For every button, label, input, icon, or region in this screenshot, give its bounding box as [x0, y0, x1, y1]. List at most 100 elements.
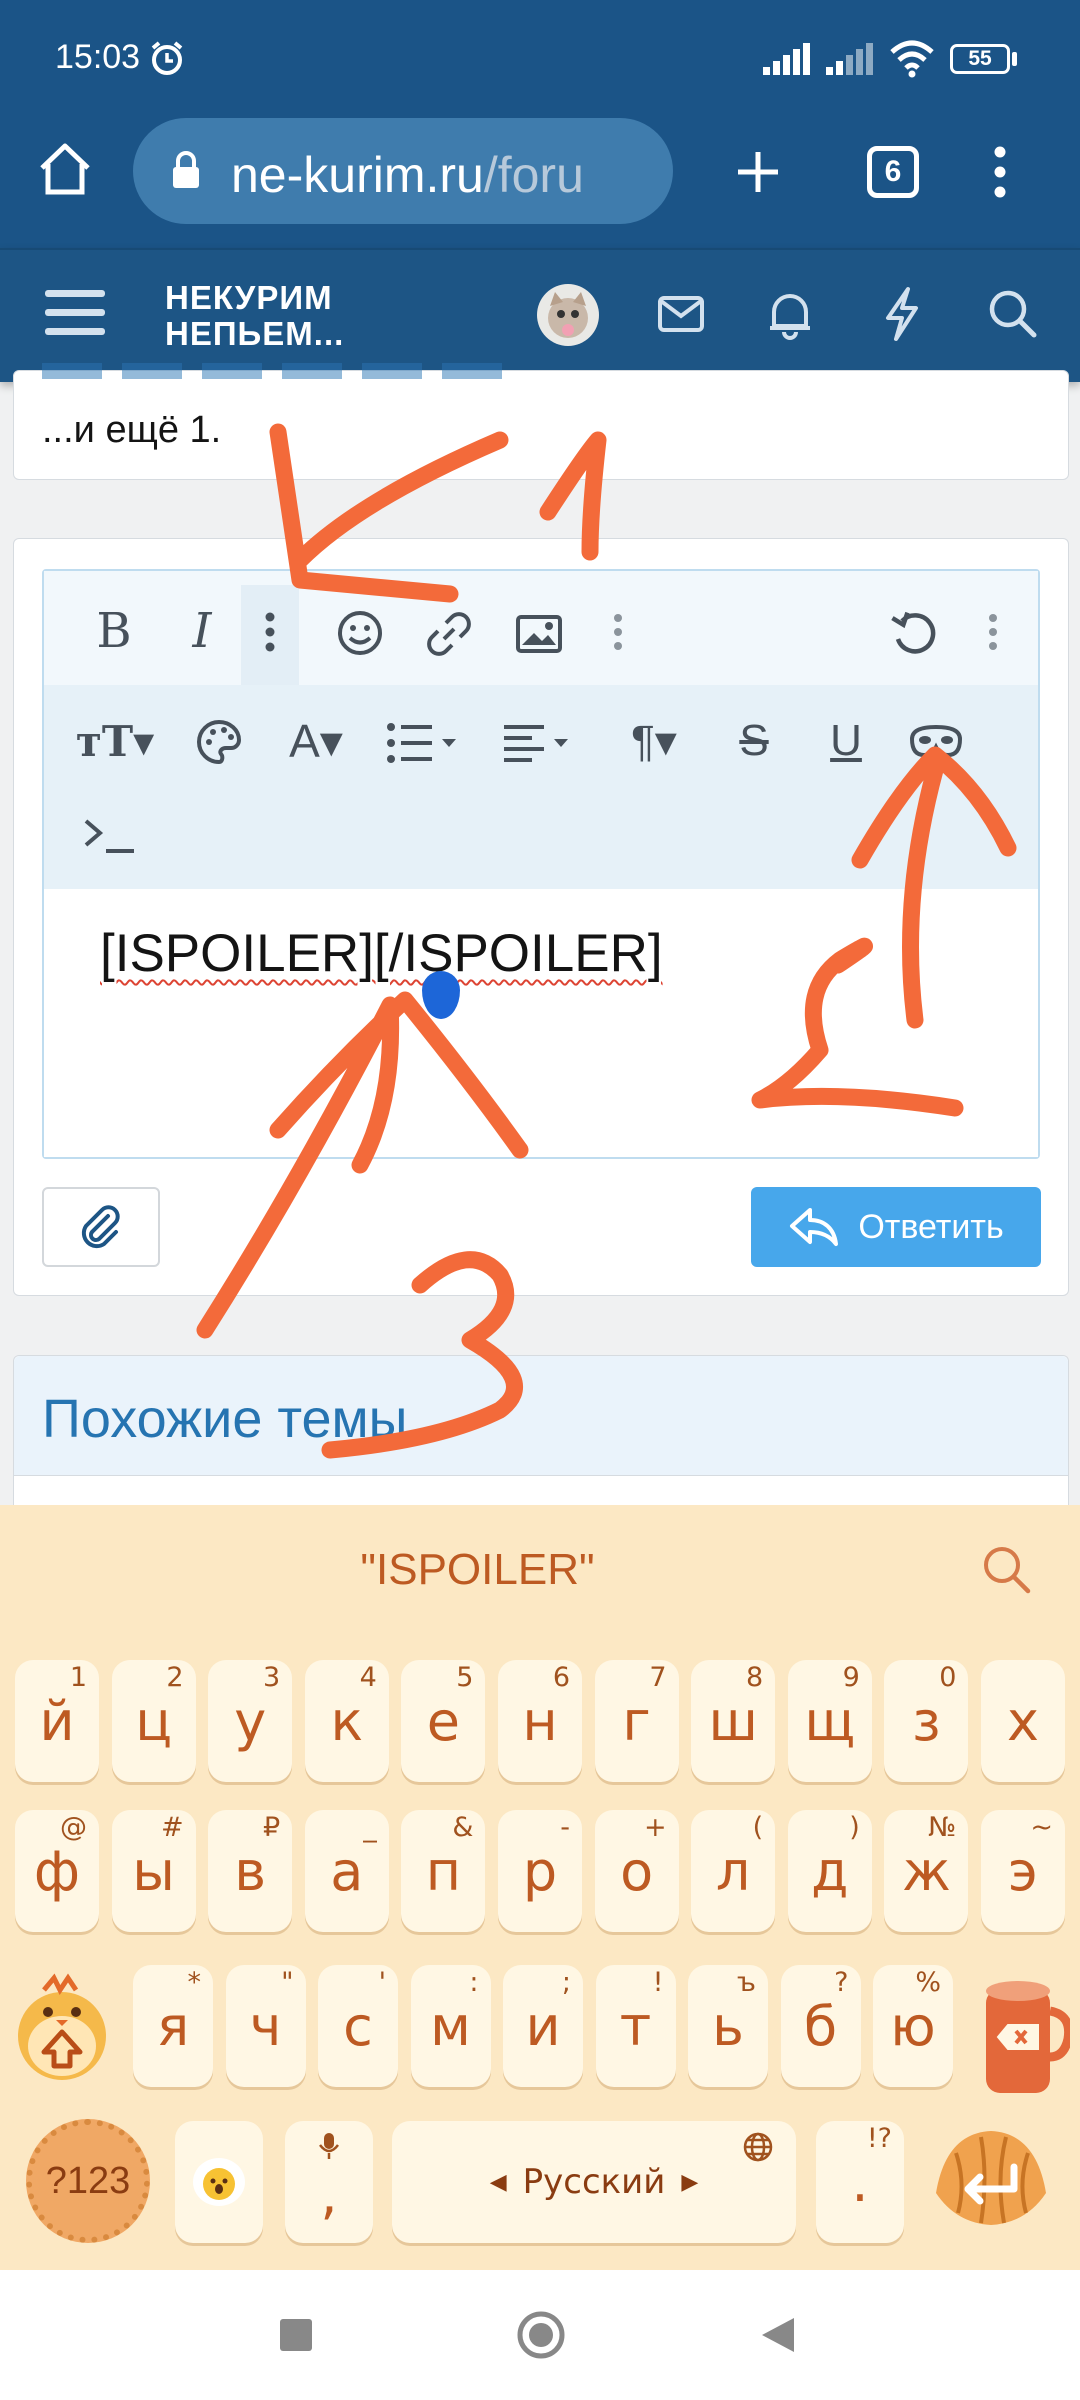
key-label: ь	[712, 1994, 744, 2058]
key-row3-4[interactable]: ; и	[503, 1965, 583, 2087]
annotation-arrow-1	[269, 423, 509, 603]
key-hint: '	[378, 1967, 386, 1998]
shift-key[interactable]	[14, 1960, 110, 2084]
key-hint: 1	[69, 1662, 87, 1693]
language-right-icon: ▶	[681, 2169, 699, 2195]
key-hint: !	[652, 1967, 664, 1998]
key-row1-10[interactable]: х	[981, 1660, 1065, 1782]
enter-croissant-icon	[936, 2131, 1046, 2225]
key-row1-8[interactable]: 9щ	[787, 1660, 872, 1782]
key-hint: ъ	[736, 1967, 756, 1998]
key-row2-2[interactable]: ₽ в	[208, 1810, 293, 1932]
period-key[interactable]: !? .	[816, 2121, 904, 2243]
key-label: ю	[890, 1994, 936, 2058]
home-button-icon[interactable]	[516, 2310, 566, 2360]
key-row1-3[interactable]: 4к	[304, 1660, 389, 1782]
key-row1-1[interactable]: 2ц	[111, 1660, 196, 1782]
key-row3-8[interactable]: % ю	[873, 1965, 953, 2087]
key-label: ж	[902, 1839, 951, 1903]
key-label: ц	[135, 1689, 172, 1753]
key-row2-10[interactable]: ~ э	[981, 1810, 1065, 1932]
key-row2-8[interactable]: ) д	[787, 1810, 872, 1932]
comma-key[interactable]: ,	[285, 2121, 373, 2243]
key-row1-4[interactable]: 5е	[401, 1660, 486, 1782]
key-row2-7[interactable]: (л	[691, 1810, 776, 1932]
keyboard-row-2: @ ф # ы ₽ в _ а & п - р + о(л) д № ж ~ э	[0, 1810, 1080, 1935]
key-hint: 6	[552, 1662, 570, 1693]
key-hint: 5	[456, 1662, 474, 1693]
key-row1-7[interactable]: 8ш	[691, 1660, 776, 1782]
space-key[interactable]: ◀ Русский ▶	[392, 2121, 796, 2243]
annotation-layer	[196, 423, 1017, 1459]
key-label: т	[619, 1994, 652, 2058]
key-hint: &	[452, 1812, 474, 1843]
enter-key[interactable]	[926, 2113, 1056, 2243]
key-label: ф	[33, 1839, 81, 1903]
key-row3-7[interactable]: ? б	[780, 1965, 861, 2087]
annotation-number-1	[539, 431, 607, 561]
language-left-icon: ◀	[489, 2169, 507, 2195]
annotation-number-3	[321, 1251, 523, 1459]
key-row3-1[interactable]: " ч	[225, 1965, 306, 2087]
key-row2-5[interactable]: -р	[498, 1810, 582, 1932]
key-label: у	[234, 1689, 267, 1753]
key-label: д	[811, 1839, 849, 1903]
keyboard-row-1: 1й2ц3у4к5е6н7г8ш9щ0зх	[0, 1660, 1080, 1785]
key-row2-0[interactable]: @ ф	[15, 1810, 99, 1932]
back-icon[interactable]	[760, 2316, 796, 2354]
key-label: н	[522, 1689, 558, 1753]
key-row1-2[interactable]: 3у	[208, 1660, 293, 1782]
globe-icon	[743, 2132, 773, 2162]
annotation-number-2	[751, 937, 964, 1117]
key-hint: 9	[842, 1662, 860, 1693]
key-row1-6[interactable]: 7г	[594, 1660, 679, 1782]
keyboard-suggestion[interactable]: "ISPOILER"	[0, 1545, 955, 1595]
keyboard-search-icon[interactable]	[980, 1543, 1032, 1595]
key-row3-5[interactable]: ! т	[595, 1965, 676, 2087]
key-label: р	[522, 1839, 558, 1903]
key-label: ш	[708, 1689, 758, 1753]
key-row2-3[interactable]: _ а	[304, 1810, 389, 1932]
key-label: и	[525, 1994, 561, 2058]
period-label: .	[851, 2150, 869, 2214]
shift-bird-icon	[18, 1973, 106, 2080]
key-row3-2[interactable]: ' с	[318, 1965, 398, 2087]
key-hint: :	[469, 1967, 479, 1998]
key-label: х	[1007, 1689, 1039, 1753]
key-row2-6[interactable]: + о	[594, 1810, 679, 1932]
key-hint: +	[643, 1812, 667, 1843]
keyboard-row-3: * я " ч ' с: м; и! т ъ ь? б% ю	[0, 1965, 1080, 2090]
key-row1-9[interactable]: 0з	[884, 1660, 969, 1782]
key-hint: (	[752, 1812, 764, 1843]
key-label: л	[715, 1839, 751, 1903]
key-hint: #	[160, 1812, 184, 1843]
key-row3-0[interactable]: * я	[133, 1965, 213, 2087]
key-row2-4[interactable]: & п	[401, 1810, 486, 1932]
annotation-arrow-2	[851, 746, 1017, 1029]
key-row2-9[interactable]: № ж	[884, 1810, 969, 1932]
backspace-key[interactable]	[980, 1975, 1070, 2097]
key-row2-1[interactable]: # ы	[111, 1810, 196, 1932]
period-hint: !?	[866, 2123, 892, 2154]
key-hint: 4	[359, 1662, 377, 1693]
symbols-label: ?123	[45, 2159, 131, 2202]
key-label: щ	[804, 1689, 856, 1753]
key-row1-5[interactable]: 6н	[498, 1660, 582, 1782]
key-row3-3[interactable]: :м	[410, 1965, 491, 2087]
key-hint: ₽	[263, 1812, 281, 1843]
symbols-key[interactable]: ?123	[26, 2119, 150, 2243]
key-hint: )	[849, 1812, 860, 1843]
key-label: ы	[132, 1839, 175, 1903]
key-label: е	[426, 1689, 460, 1753]
key-row1-0[interactable]: 1й	[15, 1660, 99, 1782]
key-label: г	[622, 1689, 651, 1753]
key-hint: №	[928, 1812, 957, 1843]
key-hint: _	[363, 1812, 377, 1843]
key-row3-6[interactable]: ъь	[688, 1965, 768, 2087]
emoji-key[interactable]	[175, 2121, 263, 2243]
key-label: к	[330, 1689, 364, 1753]
key-hint: -	[560, 1812, 570, 1843]
recents-icon[interactable]	[280, 2319, 312, 2351]
microphone-icon	[319, 2133, 339, 2159]
key-label: й	[39, 1689, 75, 1753]
